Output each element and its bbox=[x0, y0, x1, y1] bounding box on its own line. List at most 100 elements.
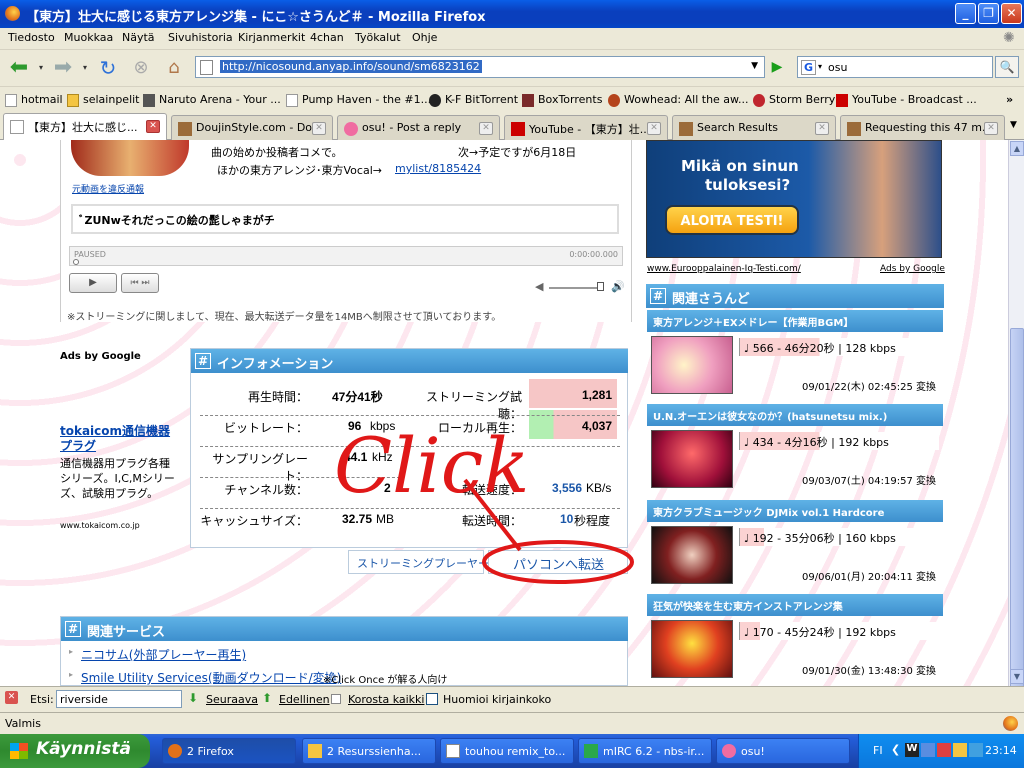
menu-history[interactable]: Sivuhistoria bbox=[168, 31, 233, 44]
thumbnail-image[interactable] bbox=[71, 140, 189, 176]
bookmark-youtube[interactable]: YouTube - Broadcast ... bbox=[836, 93, 977, 107]
back-icon[interactable]: ⬅ bbox=[6, 57, 32, 79]
related-item[interactable]: 東方クラブミュージック DJMix vol.1 Hardcore ♩ 192 -… bbox=[647, 500, 943, 590]
language-indicator[interactable]: FI bbox=[873, 744, 883, 757]
menu-bookmarks[interactable]: Kirjanmerkit bbox=[238, 31, 305, 44]
close-tab-icon[interactable]: ✕ bbox=[146, 120, 160, 133]
forward-dropdown-icon[interactable]: ▾ bbox=[80, 57, 90, 79]
back-dropdown-icon[interactable]: ▾ bbox=[36, 57, 46, 79]
scroll-thumb[interactable] bbox=[1010, 328, 1024, 694]
forward-icon[interactable]: ➡ bbox=[50, 57, 76, 79]
highlight-all-button[interactable]: Korosta kaikki bbox=[348, 693, 424, 706]
tab-osu-post[interactable]: osu! - Post a reply ✕ bbox=[337, 115, 500, 140]
vertical-scrollbar[interactable]: ▲ ▼ bbox=[1008, 140, 1024, 694]
winamp-icon[interactable]: W bbox=[905, 743, 919, 757]
mylist-link[interactable]: mylist/8185424 bbox=[395, 162, 481, 175]
find-input[interactable]: riverside bbox=[56, 690, 182, 708]
highlight-icon[interactable] bbox=[331, 694, 341, 704]
firefox-status-icon[interactable] bbox=[1003, 716, 1018, 731]
bookmark-storm-berry[interactable]: Storm Berry bbox=[753, 93, 835, 107]
minimize-button[interactable]: _ bbox=[955, 3, 976, 24]
close-tab-icon[interactable]: ✕ bbox=[312, 122, 326, 135]
volume-max-icon[interactable]: 🔊 bbox=[611, 280, 625, 293]
menu-4chan[interactable]: 4chan bbox=[310, 31, 344, 44]
related-title[interactable]: 東方クラブミュージック DJMix vol.1 Hardcore bbox=[647, 500, 943, 522]
start-button[interactable]: Käynnistä bbox=[0, 734, 150, 768]
tab-doujinstyle[interactable]: DoujinStyle.com - Do... ✕ bbox=[171, 115, 333, 140]
home-icon[interactable]: ⌂ bbox=[162, 57, 186, 79]
aloita-testi-button[interactable]: ALOITA TESTI! bbox=[665, 205, 799, 235]
volume-icon[interactable]: ◀ bbox=[535, 280, 543, 293]
volume-slider[interactable] bbox=[549, 287, 599, 289]
find-previous-button[interactable]: Edellinen bbox=[279, 693, 330, 706]
bookmarks-overflow-icon[interactable]: » bbox=[1006, 93, 1013, 106]
related-thumbnail[interactable] bbox=[651, 526, 733, 584]
report-link[interactable]: 元動画を違反通報 bbox=[72, 182, 144, 195]
find-next-icon[interactable]: ⬇ bbox=[188, 691, 198, 705]
tray-app-icon[interactable] bbox=[937, 743, 951, 757]
find-previous-icon[interactable]: ⬆ bbox=[262, 691, 272, 705]
bookmark-wowhead[interactable]: Wowhead: All the aw... bbox=[608, 93, 749, 107]
close-tab-icon[interactable]: ✕ bbox=[815, 122, 829, 135]
related-item[interactable]: 狂気が快楽を生む東方インストアレンジ集 ♩ 170 - 45分24秒 | 192… bbox=[647, 594, 943, 684]
tray-app-icon[interactable] bbox=[969, 743, 983, 757]
scroll-down-icon[interactable]: ▼ bbox=[1010, 669, 1024, 684]
tray-expand-icon[interactable]: ❮ bbox=[891, 743, 900, 756]
tab-requesting[interactable]: Requesting this 47 m... ✕ bbox=[840, 115, 1005, 140]
related-item[interactable]: 東方アレンジ＋EXメドレー【作業用BGM】 ♩ 566 - 46分20秒 | 1… bbox=[647, 310, 943, 400]
bookmark-boxtorrents[interactable]: BoxTorrents bbox=[522, 93, 602, 107]
related-item[interactable]: U.N.オーエンは彼女なのか？(hatsunetsu mix.) ♩ 434 -… bbox=[647, 404, 943, 494]
ad-right-by[interactable]: Ads by Google bbox=[880, 264, 945, 274]
close-tab-icon[interactable]: ✕ bbox=[984, 122, 998, 135]
tab-search-results[interactable]: Search Results ✕ bbox=[672, 115, 836, 140]
maximize-button[interactable]: ❐ bbox=[978, 3, 999, 24]
related-thumbnail[interactable] bbox=[651, 620, 733, 678]
tab-list-icon[interactable]: ▼ bbox=[1010, 120, 1017, 130]
player-seekbar[interactable]: PAUSED 0:00:00.000 bbox=[69, 246, 623, 266]
related-title[interactable]: U.N.オーエンは彼女なのか？(hatsunetsu mix.) bbox=[647, 404, 943, 426]
network-icon[interactable] bbox=[921, 743, 935, 757]
taskbar-explorer[interactable]: 2 Resurssienha... bbox=[302, 738, 436, 764]
bookmark-kf-bittorrent[interactable]: K-F BitTorrent bbox=[429, 93, 518, 107]
menu-tools[interactable]: Työkalut bbox=[355, 31, 401, 44]
menu-edit[interactable]: Muokkaa bbox=[64, 31, 113, 44]
url-text[interactable]: http://nicosound.anyap.info/sound/sm6823… bbox=[220, 60, 482, 73]
menu-file[interactable]: Tiedosto bbox=[8, 31, 55, 44]
iq-test-ad[interactable]: Mikä on sinun tuloksesi? ALOITA TESTI! bbox=[646, 140, 942, 258]
seek-handle[interactable] bbox=[73, 259, 79, 265]
stop-icon[interactable]: ⊗ bbox=[129, 57, 153, 79]
close-tab-icon[interactable]: ✕ bbox=[647, 122, 661, 135]
taskbar-firefox[interactable]: 2 Firefox bbox=[162, 738, 296, 764]
close-find-icon[interactable]: ✕ bbox=[5, 691, 18, 704]
skip-icon[interactable]: ⏮ ⏭ bbox=[121, 273, 159, 293]
tray-app-icon[interactable] bbox=[953, 743, 967, 757]
bookmark-naruto[interactable]: Naruto Arena - Your ... bbox=[143, 93, 281, 107]
reload-icon[interactable]: ↻ bbox=[96, 57, 120, 79]
tab-touhou-arrange[interactable]: 【東方】壮大に感じ... ✕ bbox=[3, 113, 167, 141]
search-icon[interactable]: 🔍 bbox=[995, 56, 1019, 78]
bookmark-pump-haven[interactable]: Pump Haven - the #1... bbox=[286, 93, 431, 107]
scroll-up-icon[interactable]: ▲ bbox=[1010, 141, 1024, 156]
close-button[interactable]: ✕ bbox=[1001, 3, 1022, 24]
url-dropdown-icon[interactable]: ▼ bbox=[751, 61, 758, 71]
nicosum-link[interactable]: ニコサム(外部プレーヤー再生) bbox=[81, 646, 246, 663]
ad-title-link[interactable]: tokaicom通信機器プラグ bbox=[60, 424, 180, 454]
related-thumbnail[interactable] bbox=[651, 336, 733, 394]
menu-help[interactable]: Ohje bbox=[412, 31, 437, 44]
search-engine-icon[interactable]: G bbox=[801, 60, 816, 75]
menu-view[interactable]: Näytä bbox=[122, 31, 155, 44]
close-tab-icon[interactable]: ✕ bbox=[479, 122, 493, 135]
taskbar-touhou-remix[interactable]: touhou remix_to... bbox=[440, 738, 574, 764]
search-input[interactable]: osu bbox=[828, 61, 847, 74]
engine-dropdown-icon[interactable]: ▾ bbox=[818, 62, 822, 71]
smile-utility-link[interactable]: Smile Utility Services(動画ダウンロード/変換) bbox=[81, 669, 341, 686]
volume-handle[interactable] bbox=[597, 282, 604, 291]
related-title[interactable]: 狂気が快楽を生む東方インストアレンジ集 bbox=[647, 594, 943, 616]
find-next-button[interactable]: Seuraava bbox=[206, 693, 258, 706]
ad-url[interactable]: www.tokaicom.co.jp bbox=[60, 521, 140, 530]
related-thumbnail[interactable] bbox=[651, 430, 733, 488]
taskbar-osu[interactable]: osu! bbox=[716, 738, 850, 764]
match-case-checkbox[interactable] bbox=[426, 693, 438, 705]
bookmark-hotmail[interactable]: hotmail bbox=[5, 93, 63, 107]
play-icon[interactable]: ▶ bbox=[69, 273, 117, 293]
